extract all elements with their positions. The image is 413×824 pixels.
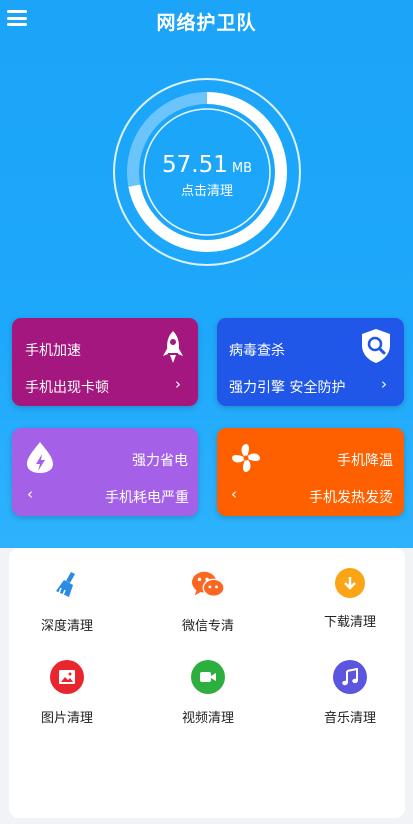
tool-label: 音乐清理 [323,711,376,726]
tool-download-clean[interactable]: 下载清理 [290,568,410,630]
fan-icon [232,444,260,472]
tool-image-clean[interactable]: 图片清理 [7,660,127,726]
chevron-left-icon: ‹ [27,485,33,503]
chevron-left-icon: ‹ [231,485,237,503]
tool-wechat-clean[interactable]: 微信专清 [148,568,268,634]
card-subtitle: 手机发热发烫 [309,490,393,506]
music-icon [333,660,367,694]
tool-label: 微信专清 [181,619,234,634]
card-title: 强力省电 [132,453,188,469]
chevron-right-icon: › [381,375,387,393]
gauge-amount: 57.51 [162,152,228,178]
tool-label: 图片清理 [40,711,93,726]
card-title: 手机降温 [337,453,393,469]
image-icon [50,660,84,694]
card-cool-down[interactable]: 手机降温 ‹ 手机发热发烫 [217,428,404,516]
card-title: 手机加速 [25,343,81,359]
app-title: 网络护卫队 [156,12,257,34]
card-subtitle: 强力引擎 安全防护 [229,380,346,396]
tool-deep-clean[interactable]: 深度清理 [7,568,127,634]
card-title: 病毒查杀 [229,343,285,359]
card-subtitle: 手机耗电严重 [105,490,189,506]
rocket-icon [163,331,183,363]
tool-label: 下载清理 [323,615,376,630]
clean-gauge-button[interactable]: 57.51 MB 点击清理 [107,72,307,272]
tool-video-clean[interactable]: 视频清理 [148,660,268,726]
card-subtitle: 手机出现卡顿 [25,380,109,396]
gauge-unit: MB [231,161,252,176]
tool-label: 视频清理 [181,711,234,726]
battery-drop-icon [27,442,53,473]
chevron-right-icon: › [175,375,181,393]
tool-label: 深度清理 [40,619,93,634]
card-power-save[interactable]: 强力省电 ‹ 手机耗电严重 [12,428,198,516]
tool-music-clean[interactable]: 音乐清理 [290,660,410,726]
video-icon [191,660,225,694]
gauge-value: 57.51 MB [107,152,307,178]
gauge-action-label: 点击清理 [180,184,233,199]
card-phone-speed[interactable]: 手机加速 手机出现卡顿 › [12,318,198,406]
card-virus-kill[interactable]: 病毒查杀 强力引擎 安全防护 › [217,318,404,406]
shield-search-icon [362,329,390,363]
wechat-icon [191,568,225,602]
broom-icon [50,568,84,602]
download-icon [335,568,365,598]
tools-panel: 深度清理 微信专清 下载清理 图片清理 视频清理 音乐清理 [9,548,405,818]
